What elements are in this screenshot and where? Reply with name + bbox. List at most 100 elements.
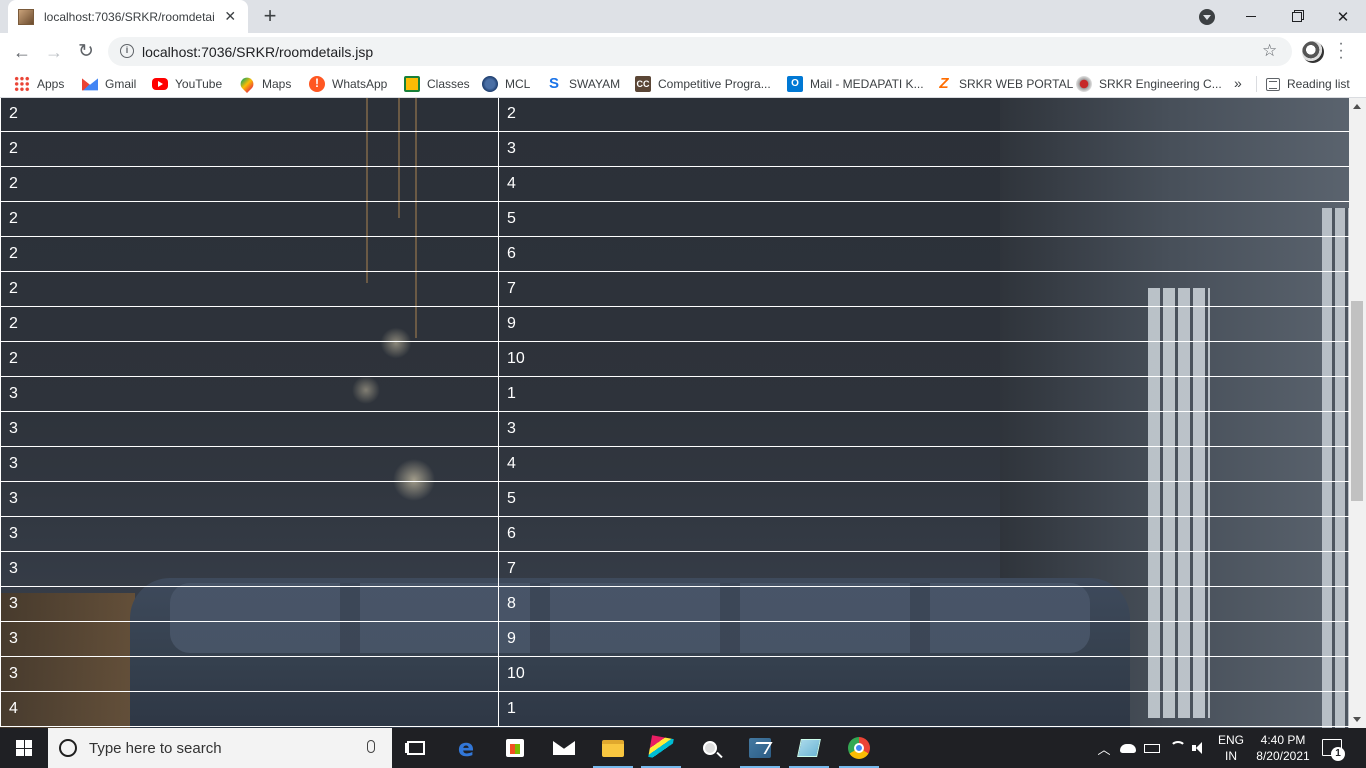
- battery-icon[interactable]: [1144, 744, 1160, 753]
- restore-button[interactable]: [1274, 0, 1320, 33]
- taskbar-clock[interactable]: 4:40 PM 8/20/2021: [1252, 732, 1314, 764]
- taskbar-magnifier[interactable]: [686, 728, 734, 768]
- bookmark-mail[interactable]: O Mail - MEDAPATI K...: [787, 75, 924, 93]
- start-button[interactable]: [0, 728, 48, 768]
- table-cell-col1: 2: [0, 201, 499, 237]
- page-scrollbar[interactable]: [1349, 98, 1366, 728]
- table-cell-col1: 2: [0, 271, 499, 307]
- taskbar-store[interactable]: [491, 728, 539, 768]
- taskbar-file-explorer[interactable]: [589, 728, 637, 768]
- bookmark-label: Mail - MEDAPATI K...: [810, 77, 924, 91]
- language-code: ENG: [1217, 733, 1244, 747]
- table-cell-col2: 7: [498, 271, 1350, 307]
- address-bar[interactable]: i localhost:7036/SRKR/roomdetails.jsp ☆: [108, 37, 1292, 66]
- bookmark-srkr-engineering[interactable]: SRKR Engineering C...: [1076, 75, 1222, 93]
- table-cell-col1: 3: [0, 481, 499, 517]
- reading-list-button[interactable]: Reading list: [1266, 75, 1350, 93]
- task-view-button[interactable]: [392, 728, 440, 768]
- bookmark-label: Competitive Progra...: [658, 77, 771, 91]
- bookmark-srkr-web-portal[interactable]: Z SRKR WEB PORTAL: [936, 75, 1073, 93]
- table-cell-col1: 3: [0, 446, 499, 482]
- close-window-button[interactable]: ✕: [1320, 0, 1366, 33]
- table-row: 35: [0, 481, 1350, 517]
- close-icon[interactable]: ✕: [223, 8, 239, 25]
- table-cell-col2: 4: [498, 446, 1350, 482]
- table-cell-col2: 10: [498, 656, 1350, 692]
- notification-count-badge: 1: [1331, 747, 1345, 761]
- bookmark-youtube[interactable]: YouTube: [152, 75, 222, 93]
- taskbar-edge[interactable]: e: [442, 728, 490, 768]
- forward-arrow-icon[interactable]: →: [41, 39, 67, 65]
- browser-menu-icon[interactable]: · · ·: [1336, 36, 1346, 66]
- srkr-engineering-icon: [1076, 76, 1092, 92]
- taskbar-mail[interactable]: [540, 728, 588, 768]
- bookmark-star-icon[interactable]: ☆: [1262, 41, 1277, 61]
- bookmark-classes[interactable]: Classes: [404, 75, 470, 93]
- reload-icon[interactable]: ↻: [73, 39, 99, 65]
- table-row: 24: [0, 166, 1350, 202]
- notepad-icon: [797, 739, 821, 757]
- site-info-icon[interactable]: i: [120, 44, 134, 58]
- table-cell-col1: 3: [0, 551, 499, 587]
- mail-icon: [553, 741, 575, 755]
- reading-list-icon: [1266, 77, 1280, 91]
- bookmarks-divider: [1256, 76, 1257, 92]
- bookmarks-bar: Apps Gmail YouTube Maps WhatsApp Classes…: [0, 70, 1366, 98]
- microphone-icon[interactable]: [367, 740, 375, 753]
- outlook-icon: O: [787, 76, 803, 92]
- table-cell-col2: 9: [498, 621, 1350, 657]
- tab-search-icon[interactable]: [1199, 9, 1215, 25]
- table-row: 31: [0, 376, 1350, 412]
- taskbar-notepad[interactable]: [785, 728, 833, 768]
- bookmark-gmail[interactable]: Gmail: [82, 75, 136, 93]
- table-cell-col2: 10: [498, 341, 1350, 377]
- bookmark-swayam[interactable]: S SWAYAM: [546, 75, 620, 93]
- scroll-up-arrow-icon[interactable]: [1353, 104, 1361, 109]
- show-hidden-icons-button[interactable]: ︿: [1096, 728, 1112, 768]
- profile-avatar[interactable]: [1302, 41, 1324, 63]
- volume-icon[interactable]: [1192, 741, 1206, 755]
- table-row: 25: [0, 201, 1350, 237]
- address-bar-url[interactable]: localhost:7036/SRKR/roomdetails.jsp: [142, 44, 373, 60]
- edge-icon: e: [457, 734, 475, 762]
- bookmark-competitive-programming[interactable]: CC Competitive Progra...: [635, 75, 771, 93]
- google-classroom-icon: [404, 76, 420, 92]
- browser-tab-active[interactable]: localhost:7036/SRKR/roomdetails.jsp ✕: [8, 0, 248, 33]
- table-cell-col2: 8: [498, 586, 1350, 622]
- bookmark-mcl[interactable]: MCL: [482, 75, 530, 93]
- table-row: 29: [0, 306, 1350, 342]
- taskbar-paint[interactable]: [637, 728, 685, 768]
- windows-logo-icon: [16, 740, 32, 756]
- scrollbar-thumb[interactable]: [1351, 301, 1363, 501]
- bookmark-whatsapp[interactable]: WhatsApp: [309, 75, 387, 93]
- cortana-icon: [59, 739, 77, 757]
- new-tab-button[interactable]: +: [258, 5, 282, 28]
- table-row: 26: [0, 236, 1350, 272]
- bookmark-maps[interactable]: Maps: [237, 74, 291, 94]
- table-cell-col1: 3: [0, 586, 499, 622]
- taskbar-mysql[interactable]: [736, 728, 784, 768]
- bookmarks-overflow-button[interactable]: »: [1234, 75, 1242, 91]
- wifi-icon[interactable]: [1170, 741, 1186, 755]
- reading-list-label: Reading list: [1287, 77, 1350, 91]
- maps-icon: [237, 74, 257, 94]
- table-cell-col1: 3: [0, 656, 499, 692]
- bookmark-label: Gmail: [105, 77, 137, 91]
- minimize-button[interactable]: [1228, 0, 1274, 33]
- apps-grid-icon: [14, 76, 30, 92]
- bookmark-apps[interactable]: Apps: [14, 75, 64, 93]
- back-arrow-icon[interactable]: ←: [9, 39, 35, 65]
- codechef-icon: CC: [635, 76, 651, 92]
- input-language-indicator[interactable]: ENG IN: [1216, 732, 1246, 764]
- taskbar-search-placeholder: Type here to search: [89, 739, 222, 757]
- region-code: IN: [1225, 749, 1237, 763]
- table-cell-col1: 2: [0, 341, 499, 377]
- table-cell-col2: 4: [498, 166, 1350, 202]
- scroll-down-arrow-icon[interactable]: [1353, 717, 1361, 722]
- taskbar-search-box[interactable]: Type here to search: [48, 728, 392, 768]
- clock-date: 8/20/2021: [1256, 749, 1310, 763]
- task-view-icon: [407, 741, 425, 755]
- taskbar-chrome[interactable]: [835, 728, 883, 768]
- table-row: 33: [0, 411, 1350, 447]
- onedrive-icon[interactable]: [1120, 744, 1136, 753]
